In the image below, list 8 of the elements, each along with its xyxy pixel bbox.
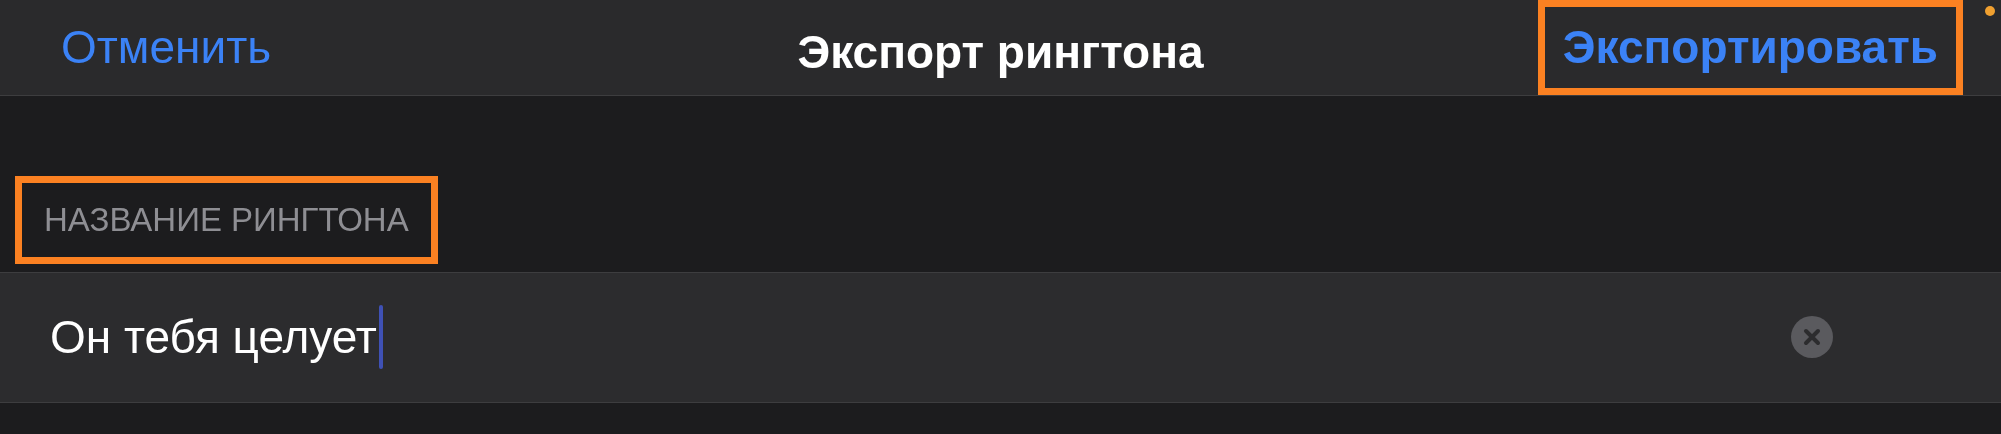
input-field[interactable]: Он тебя целует bbox=[0, 271, 2001, 403]
section-header: НАЗВАНИЕ РИНГТОНА bbox=[15, 176, 438, 264]
clear-button[interactable] bbox=[1791, 316, 1833, 358]
screen-title: Экспорт рингтона bbox=[797, 25, 1204, 80]
status-dot bbox=[1985, 6, 1995, 16]
cancel-button[interactable]: Отменить bbox=[61, 13, 272, 82]
close-icon bbox=[1803, 328, 1821, 346]
export-button[interactable]: Экспортировать bbox=[1537, 0, 1963, 95]
